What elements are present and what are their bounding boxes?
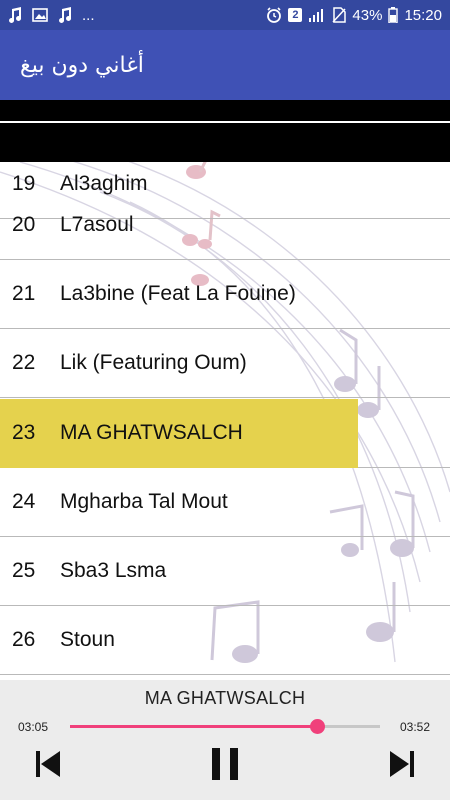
seek-bar[interactable]	[70, 719, 380, 734]
seek-thumb[interactable]	[310, 719, 326, 734]
track-number: 24	[12, 490, 36, 513]
list-item-active[interactable]: 23 MA GHATWSALCH	[0, 399, 450, 468]
list-item[interactable]: 24 Mgharba Tal Mout	[0, 468, 450, 537]
more-notifications: ...	[82, 6, 95, 24]
skip-next-icon	[386, 748, 418, 785]
music-note-icon	[58, 7, 72, 23]
sim-badge: 2	[288, 8, 303, 22]
track-title: Mgharba Tal Mout	[60, 490, 228, 513]
track-title: L7asoul	[60, 213, 134, 236]
track-number: 19	[12, 172, 36, 195]
battery-icon	[388, 7, 399, 23]
clock: 15:20	[404, 6, 442, 24]
music-note-icon	[8, 7, 22, 23]
no-sim-icon	[332, 7, 347, 23]
skip-previous-icon	[32, 748, 64, 785]
track-number: 25	[12, 559, 36, 582]
list-item[interactable]: 21 La3bine (Feat La Fouine)	[0, 260, 450, 329]
alarm-icon	[266, 7, 282, 23]
elapsed-time: 03:05	[18, 720, 49, 734]
banner-area	[0, 100, 450, 162]
track-title: Sba3 Lsma	[60, 559, 167, 582]
list-item[interactable]: 22 Lik (Featuring Oum)	[0, 329, 450, 398]
track-title: Lik (Featuring Oum)	[60, 351, 247, 374]
total-duration: 03:52	[399, 720, 430, 734]
song-list[interactable]: 19 Al3aghim 20 L7asoul 21 La3bine (Feat …	[0, 162, 450, 680]
track-number: 23	[12, 421, 36, 444]
status-bar: ... 2 43% 15:20	[0, 0, 450, 30]
track-title: Stoun	[60, 628, 115, 651]
track-number: 26	[12, 628, 36, 651]
divider	[0, 121, 450, 123]
track-title: Al3aghim	[60, 172, 148, 195]
list-item[interactable]: 20 L7asoul	[0, 191, 450, 260]
seek-progress	[70, 725, 318, 728]
player-bar: MA GHATWSALCH 03:05 03:52	[0, 680, 450, 800]
track-number: 22	[12, 351, 36, 374]
track-title: La3bine (Feat La Fouine)	[60, 282, 296, 305]
next-button[interactable]	[382, 746, 422, 786]
now-playing-title: MA GHATWSALCH	[144, 688, 306, 708]
app-bar: أغاني دون بيغ	[0, 30, 450, 100]
track-title: MA GHATWSALCH	[60, 421, 243, 444]
signal-icon	[308, 8, 326, 22]
list-item[interactable]: 26 Stoun	[0, 606, 450, 675]
track-number: 21	[12, 282, 36, 305]
list-item[interactable]: 25 Sba3 Lsma	[0, 537, 450, 606]
pause-icon	[209, 746, 241, 787]
battery-percent: 43%	[352, 6, 383, 24]
pause-button[interactable]	[205, 746, 245, 786]
track-number: 20	[12, 213, 36, 236]
previous-button[interactable]	[28, 746, 68, 786]
app-title: أغاني دون بيغ	[20, 52, 144, 78]
image-icon	[32, 7, 48, 23]
